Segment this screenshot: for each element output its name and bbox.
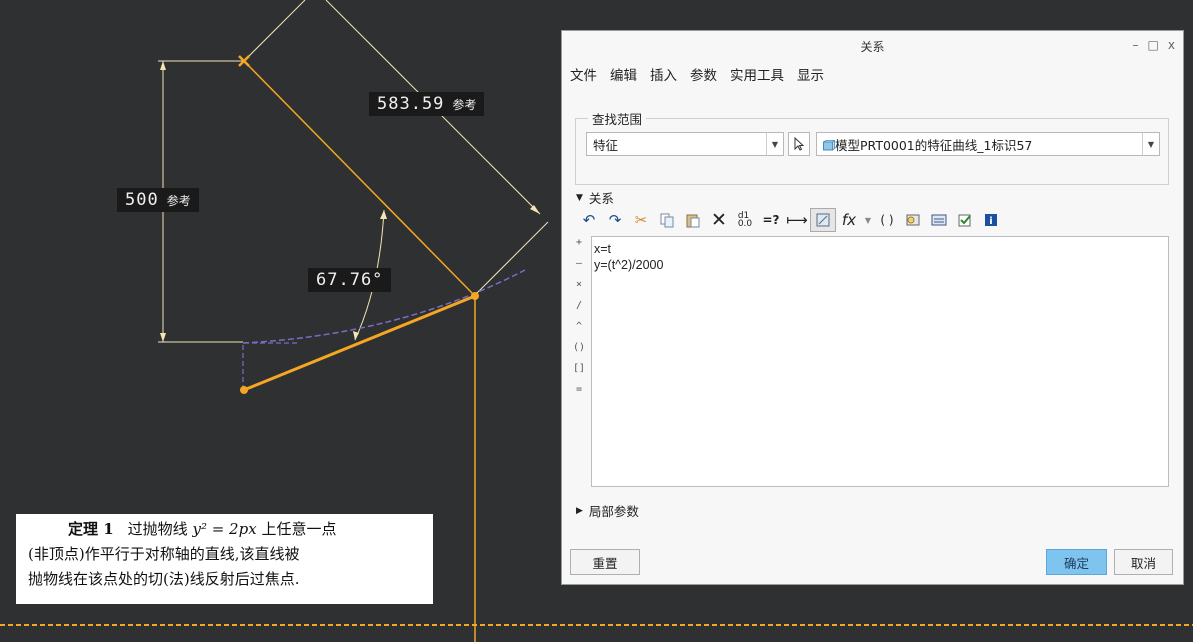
- dimension-arrow: [380, 210, 387, 219]
- relations-section-header[interactable]: ▼ 关系: [576, 188, 614, 207]
- angle-dimension-value: 67.76°: [316, 270, 384, 290]
- ok-button[interactable]: 确定: [1046, 549, 1107, 575]
- local-params-label: 局部参数: [588, 504, 639, 519]
- parameter-icon[interactable]: [900, 208, 926, 232]
- cancel-button[interactable]: 取消: [1114, 549, 1173, 575]
- construction-line: [242, 342, 300, 390]
- relations-editor[interactable]: x=t y=(t^2)/2000: [591, 236, 1169, 487]
- dimension-arrow: [160, 333, 166, 342]
- scope-object-value: 模型PRT0001的特征曲线_1标识57: [835, 137, 1033, 153]
- menu-display[interactable]: 显示: [797, 64, 824, 84]
- relations-section-label: 关系: [588, 191, 614, 206]
- brackets-icon[interactable]: ( ): [874, 208, 900, 232]
- svg-text:i: i: [989, 216, 992, 227]
- part-model-icon: [822, 139, 836, 151]
- operator-minus[interactable]: –: [570, 258, 588, 279]
- evaluate-icon[interactable]: =?: [758, 208, 784, 232]
- operator-column: + – × / ^ () [] =: [570, 237, 588, 405]
- copy-icon[interactable]: [654, 208, 680, 232]
- relations-toolbar: ↶ ↷ ✂ ✕ d1 0.0 =? ⟼ fx ▼ ( ) i: [576, 207, 1004, 233]
- verify-icon[interactable]: [952, 208, 978, 232]
- relation-line[interactable]: y=(t^2)/2000: [594, 257, 1166, 273]
- dialog-title: 关系: [860, 39, 885, 54]
- menu-utilities[interactable]: 实用工具: [730, 64, 784, 84]
- dialog-titlebar[interactable]: 关系 – □ x: [562, 31, 1183, 61]
- show-dimension-icon[interactable]: [810, 208, 836, 232]
- info-icon[interactable]: i: [978, 208, 1004, 232]
- local-params-section-header[interactable]: ▶ 局部参数: [576, 501, 639, 520]
- height-dimension-value: 500: [125, 190, 159, 210]
- operator-parentheses[interactable]: (): [570, 342, 588, 363]
- dimension-arrow: [530, 205, 540, 214]
- line-endpoint[interactable]: [240, 386, 248, 394]
- cut-icon[interactable]: ✂: [628, 208, 654, 232]
- operator-multiply[interactable]: ×: [570, 279, 588, 300]
- scope-object-value-wrap: 模型PRT0001的特征曲线_1标识57: [817, 135, 1142, 154]
- menu-parameters[interactable]: 参数: [690, 64, 717, 84]
- angle-dimension-label[interactable]: 67.76°: [308, 268, 392, 292]
- theorem-line-3: 抛物线在该点处的切(法)线反射后过焦点.: [28, 570, 300, 588]
- close-button[interactable]: x: [1168, 38, 1175, 52]
- menu-edit[interactable]: 编辑: [610, 64, 637, 84]
- scope-type-value: 特征: [593, 137, 619, 153]
- dropdown-icon[interactable]: ▼: [862, 208, 874, 232]
- theorem-text: 上任意一点: [261, 520, 337, 538]
- length-dimension-label[interactable]: 583.59 参考: [369, 92, 485, 116]
- minimize-button[interactable]: –: [1133, 38, 1139, 52]
- undo-icon[interactable]: ↶: [576, 208, 602, 232]
- chevron-down-icon[interactable]: ▼: [1142, 133, 1159, 155]
- extension-line-top: [243, 0, 306, 62]
- paste-icon[interactable]: [680, 208, 706, 232]
- relation-line[interactable]: x=t: [594, 241, 1166, 257]
- reference-tag: 参考: [452, 98, 477, 112]
- operator-brackets[interactable]: []: [570, 363, 588, 384]
- theorem-line-1: 定理 1 过抛物线 y² = 2px 上任意一点: [28, 517, 421, 542]
- units-icon[interactable]: [926, 208, 952, 232]
- theorem-line-2: (非顶点)作平行于对称轴的直线,该直线被: [28, 545, 300, 563]
- scope-type-select[interactable]: 特征 ▼: [586, 132, 784, 156]
- dimension-arrow: [160, 61, 166, 70]
- select-pointer-button[interactable]: [788, 132, 810, 156]
- menu-insert[interactable]: 插入: [650, 64, 677, 84]
- operator-plus[interactable]: +: [570, 237, 588, 258]
- operator-power[interactable]: ^: [570, 321, 588, 342]
- theorem-text: 过抛物线: [127, 520, 188, 538]
- function-icon[interactable]: fx: [836, 208, 862, 232]
- theorem-title: 定理 1: [68, 520, 114, 538]
- theorem-box: 定理 1 过抛物线 y² = 2px 上任意一点 (非顶点)作平行于对称轴的直线,…: [16, 514, 433, 604]
- height-dimension-label[interactable]: 500 参考: [117, 188, 199, 212]
- scope-object-select[interactable]: 模型PRT0001的特征曲线_1标识57 ▼: [816, 132, 1160, 156]
- extension-line-bottom: [474, 221, 549, 296]
- reset-button[interactable]: 重置: [570, 549, 640, 575]
- theorem-math: y² = 2px: [192, 520, 257, 538]
- reference-tag: 参考: [166, 194, 191, 208]
- insert-dimension-icon[interactable]: ⟼: [784, 208, 810, 232]
- operator-divide[interactable]: /: [570, 300, 588, 321]
- sort-icon[interactable]: d1 0.0: [732, 208, 758, 232]
- menu-bar: 文件 编辑 插入 参数 实用工具 显示: [562, 61, 1183, 87]
- chevron-down-icon[interactable]: ▼: [766, 133, 783, 155]
- length-dimension-value: 583.59: [377, 94, 445, 114]
- relations-dialog: 关系 – □ x 文件 编辑 插入 参数 实用工具 显示 查找范围 特征 ▼ 模…: [561, 30, 1184, 585]
- collapse-triangle-icon: ▼: [576, 192, 583, 203]
- operator-equals[interactable]: =: [570, 384, 588, 405]
- search-scope-legend: 查找范围: [588, 109, 647, 128]
- menu-file[interactable]: 文件: [570, 64, 597, 84]
- cursor-arrow-icon: [794, 137, 805, 151]
- redo-icon[interactable]: ↷: [602, 208, 628, 232]
- delete-icon[interactable]: ✕: [706, 208, 732, 232]
- expand-triangle-icon: ▶: [576, 505, 583, 516]
- maximize-button[interactable]: □: [1148, 38, 1159, 52]
- tangent-point[interactable]: [471, 292, 479, 300]
